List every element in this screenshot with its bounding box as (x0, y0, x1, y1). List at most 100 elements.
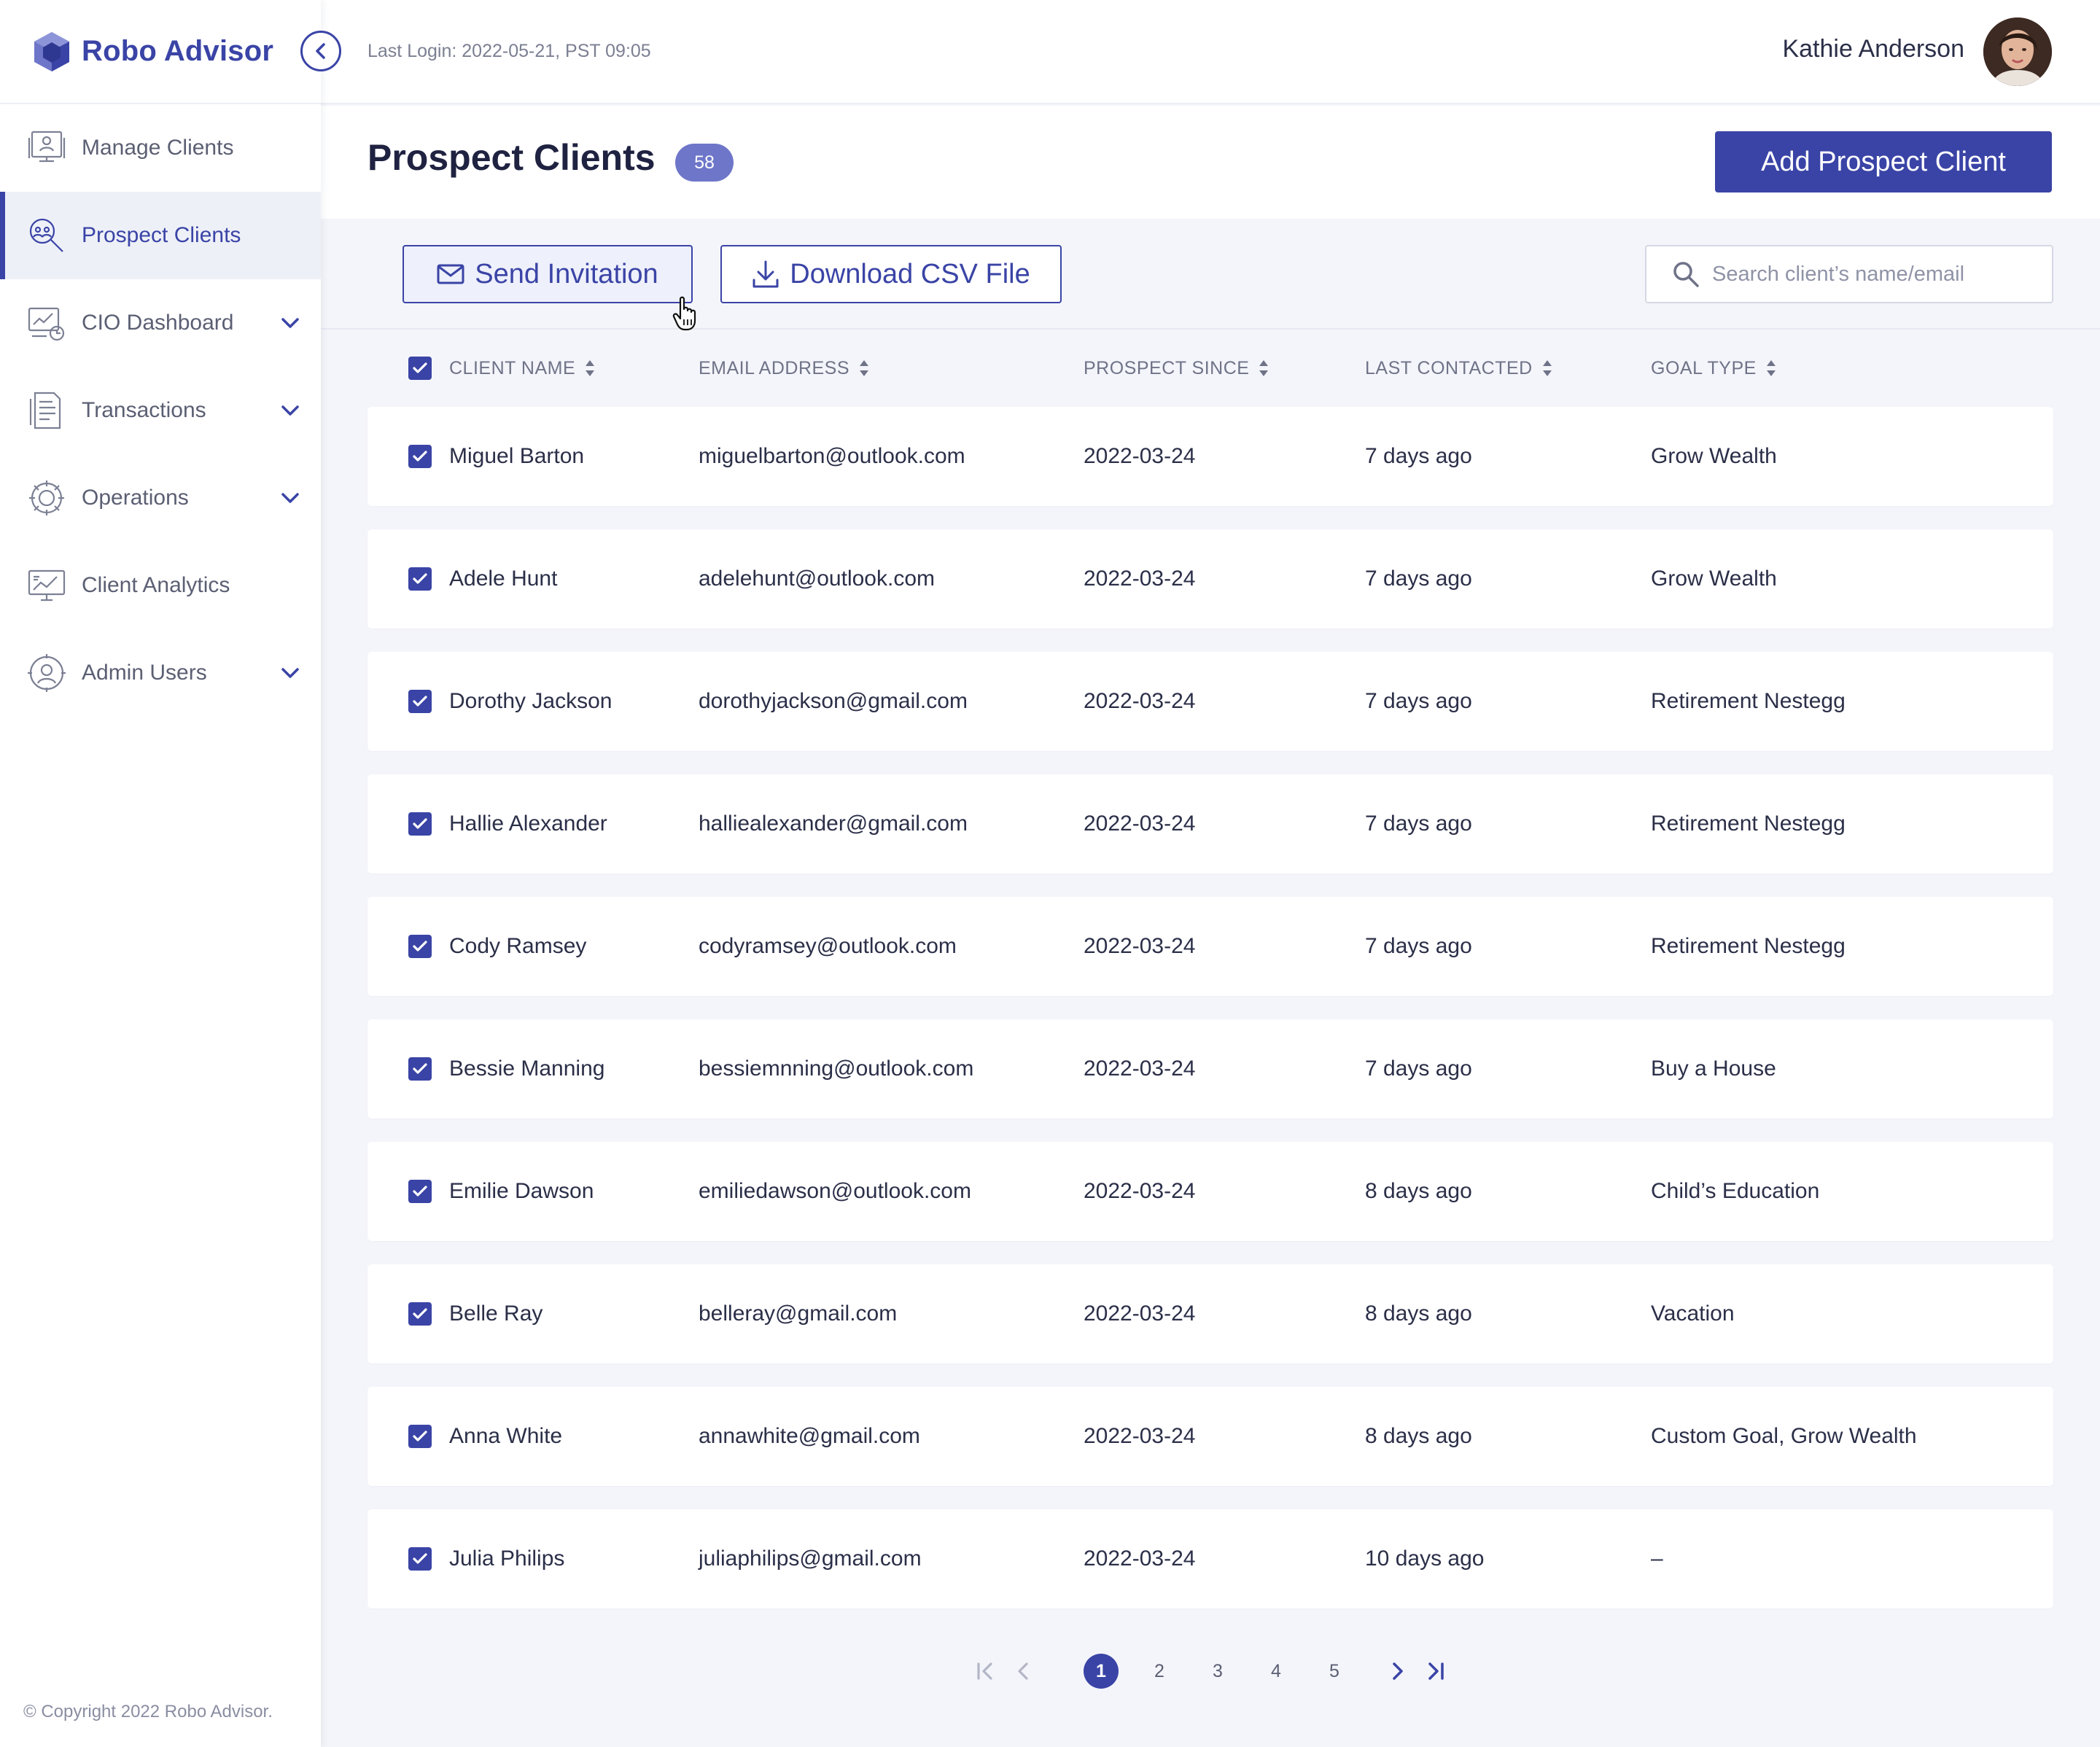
row-checkbox[interactable] (408, 1547, 432, 1571)
client-email: emiliedawson@outlook.com (699, 1179, 971, 1203)
sidebar-nav: Manage Clients Prospect Clients CIO Dash… (0, 104, 321, 717)
client-analytics-icon (25, 564, 69, 607)
check-icon (413, 573, 427, 584)
count-badge: 58 (675, 144, 734, 182)
last-page-icon[interactable] (1416, 1652, 1454, 1690)
page-button-3[interactable]: 3 (1200, 1654, 1235, 1689)
table-row[interactable]: Julia Philips juliaphilips@gmail.com 202… (368, 1509, 2053, 1608)
row-select-cell (368, 1302, 449, 1326)
row-checkbox[interactable] (408, 690, 432, 713)
goal-type: Buy a House (1651, 1057, 1776, 1081)
page-button-4[interactable]: 4 (1259, 1654, 1294, 1689)
check-icon (413, 451, 427, 462)
brand[interactable]: Robo Advisor (0, 0, 321, 104)
row-checkbox[interactable] (408, 812, 432, 836)
sidebar-item-client-analytics[interactable]: Client Analytics (0, 542, 321, 629)
column-prospect-since[interactable]: PROSPECT SINCE (1084, 358, 1365, 379)
client-name: Hallie Alexander (449, 812, 607, 836)
sort-icon (860, 360, 869, 376)
table-row[interactable]: Adele Hunt adelehunt@outlook.com 2022-03… (368, 529, 2053, 629)
row-checkbox[interactable] (408, 1180, 432, 1203)
client-name: Belle Ray (449, 1302, 543, 1326)
client-name: Cody Ramsey (449, 934, 587, 958)
page-button-1[interactable]: 1 (1084, 1654, 1119, 1689)
column-goal-type[interactable]: GOAL TYPE (1651, 358, 2053, 379)
select-all-checkbox[interactable] (408, 357, 432, 380)
page-button-2[interactable]: 2 (1142, 1654, 1177, 1689)
page-button-5[interactable]: 5 (1317, 1654, 1352, 1689)
logo-icon (34, 31, 69, 71)
goal-type: Custom Goal, Grow Wealth (1651, 1424, 1917, 1448)
client-email: bessiemnning@outlook.com (699, 1057, 974, 1081)
row-select-cell (368, 1425, 449, 1448)
page-title: Prospect Clients (368, 137, 656, 178)
column-label: LAST CONTACTED (1365, 357, 1533, 378)
sidebar-item-label: Manage Clients (82, 136, 234, 160)
download-csv-button[interactable]: Download CSV File (720, 245, 1062, 303)
row-checkbox[interactable] (408, 567, 432, 591)
last-contacted: 10 days ago (1365, 1546, 1485, 1571)
previous-page-icon[interactable] (1005, 1652, 1043, 1690)
sidebar-item-label: Transactions (82, 398, 206, 422)
select-all-cell (368, 357, 449, 380)
add-prospect-client-button[interactable]: Add Prospect Client (1715, 131, 2052, 192)
sidebar-item-prospect-clients[interactable]: Prospect Clients (0, 192, 321, 279)
sidebar-item-cio-dashboard[interactable]: CIO Dashboard (0, 279, 321, 367)
check-icon (413, 1553, 427, 1564)
prospect-since: 2022-03-24 (1084, 1057, 1196, 1081)
row-checkbox[interactable] (408, 1302, 432, 1326)
table-row[interactable]: Emilie Dawson emiliedawson@outlook.com 2… (368, 1142, 2053, 1241)
download-icon (752, 260, 779, 288)
prospect-since: 2022-03-24 (1084, 567, 1196, 591)
client-name: Anna White (449, 1424, 563, 1448)
row-select-cell (368, 1180, 449, 1203)
sidebar-item-label: Client Analytics (82, 573, 230, 597)
row-checkbox[interactable] (408, 935, 432, 958)
chevron-down-icon[interactable] (276, 658, 305, 688)
column-email-address[interactable]: EMAIL ADDRESS (699, 358, 1084, 379)
avatar[interactable] (1983, 17, 2052, 86)
table-row[interactable]: Anna White annawhite@gmail.com 2022-03-2… (368, 1387, 2053, 1486)
table-row[interactable]: Miguel Barton miguelbarton@outlook.com 2… (368, 407, 2053, 506)
row-checkbox[interactable] (408, 445, 432, 468)
table-row[interactable]: Bessie Manning bessiemnning@outlook.com … (368, 1019, 2053, 1118)
chevron-down-icon[interactable] (276, 483, 305, 513)
send-invitation-button[interactable]: Send Invitation (402, 245, 693, 303)
sidebar-item-transactions[interactable]: Transactions (0, 367, 321, 454)
goal-type: Retirement Nestegg (1651, 689, 1846, 713)
row-select-cell (368, 812, 449, 836)
table-row[interactable]: Belle Ray belleray@gmail.com 2022-03-24 … (368, 1264, 2053, 1363)
chevron-down-icon[interactable] (276, 396, 305, 425)
search-box[interactable] (1645, 245, 2053, 303)
table-header: CLIENT NAME EMAIL ADDRESS PROSPECT SINCE… (368, 330, 2053, 407)
row-select-cell (368, 1057, 449, 1081)
client-email: adelehunt@outlook.com (699, 567, 935, 591)
column-last-contacted[interactable]: LAST CONTACTED (1365, 358, 1651, 379)
client-email: annawhite@gmail.com (699, 1424, 920, 1448)
check-icon (413, 362, 427, 373)
collapse-sidebar-button[interactable] (300, 31, 341, 71)
last-contacted: 7 days ago (1365, 812, 1472, 836)
user-name[interactable]: Kathie Anderson (1782, 35, 1964, 63)
transactions-icon (25, 389, 69, 432)
search-input[interactable] (1712, 262, 2033, 287)
column-client-name[interactable]: CLIENT NAME (449, 358, 699, 379)
admin-users-icon (25, 651, 69, 695)
sidebar-item-operations[interactable]: Operations (0, 454, 321, 542)
last-login: Last Login: 2022-05-21, PST 09:05 (368, 41, 651, 61)
sidebar-item-label: Admin Users (82, 661, 207, 685)
sidebar-item-manage-clients[interactable]: Manage Clients (0, 104, 321, 192)
row-checkbox[interactable] (408, 1057, 432, 1081)
next-page-icon[interactable] (1378, 1652, 1416, 1690)
last-contacted: 8 days ago (1365, 1424, 1472, 1448)
first-page-icon[interactable] (967, 1652, 1005, 1690)
table-row[interactable]: Hallie Alexander halliealexander@gmail.c… (368, 774, 2053, 874)
row-checkbox[interactable] (408, 1425, 432, 1448)
client-name: Dorothy Jackson (449, 689, 612, 713)
table-row[interactable]: Cody Ramsey codyramsey@outlook.com 2022-… (368, 897, 2053, 996)
check-icon (413, 1186, 427, 1197)
sidebar-item-admin-users[interactable]: Admin Users (0, 629, 321, 717)
table-row[interactable]: Dorothy Jackson dorothyjackson@gmail.com… (368, 652, 2053, 751)
chevron-down-icon[interactable] (276, 308, 305, 338)
toolbar: Send Invitation Download CSV File (321, 219, 2100, 331)
